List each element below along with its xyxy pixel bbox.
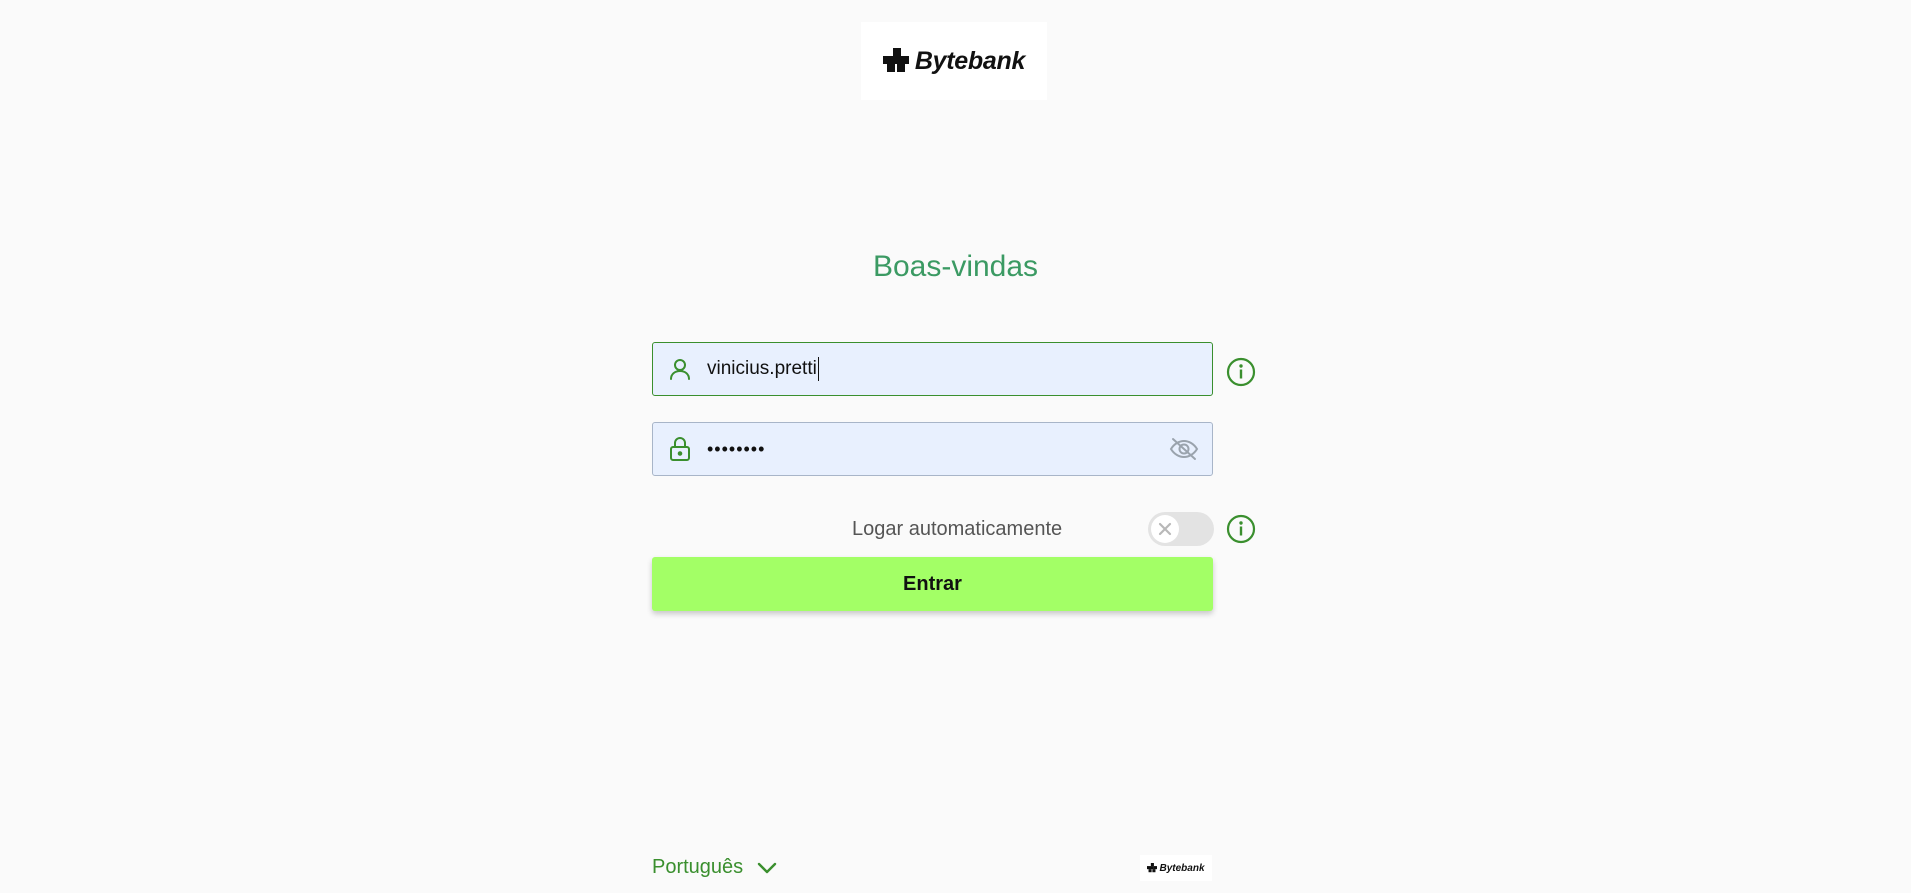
brand-name: Bytebank [914, 46, 1026, 75]
footer-logo-text: Bytebank [1159, 862, 1205, 874]
user-icon [667, 356, 693, 382]
eye-off-icon[interactable] [1168, 435, 1200, 463]
info-icon[interactable] [1226, 357, 1256, 387]
password-input[interactable]: •••••••• [707, 423, 1168, 475]
bytebank-mark-icon [1147, 863, 1158, 873]
submit-button[interactable]: Entrar [652, 557, 1213, 611]
footer-logo: Bytebank [1140, 855, 1212, 881]
toggle-knob [1151, 515, 1179, 543]
close-icon [1158, 522, 1172, 536]
text-caret [817, 357, 819, 381]
username-value: vinicius.pretti [707, 358, 817, 380]
info-icon[interactable] [1226, 514, 1256, 544]
password-field[interactable]: •••••••• [652, 422, 1213, 476]
brand-logo: Bytebank [861, 22, 1047, 100]
language-selector[interactable]: Português [652, 856, 777, 879]
username-input[interactable]: vinicius.pretti [707, 357, 1212, 381]
login-page: Bytebank Boas-vindas vinicius.pretti •••… [0, 0, 1911, 893]
username-field[interactable]: vinicius.pretti [652, 342, 1213, 396]
language-label: Português [652, 856, 744, 878]
auto-login-toggle[interactable] [1148, 512, 1214, 546]
lock-icon [667, 436, 693, 462]
auto-login-label: Logar automaticamente [852, 518, 1063, 540]
page-title: Boas-vindas [872, 250, 1039, 283]
chevron-down-icon [757, 862, 777, 873]
bytebank-mark-icon [882, 48, 909, 72]
